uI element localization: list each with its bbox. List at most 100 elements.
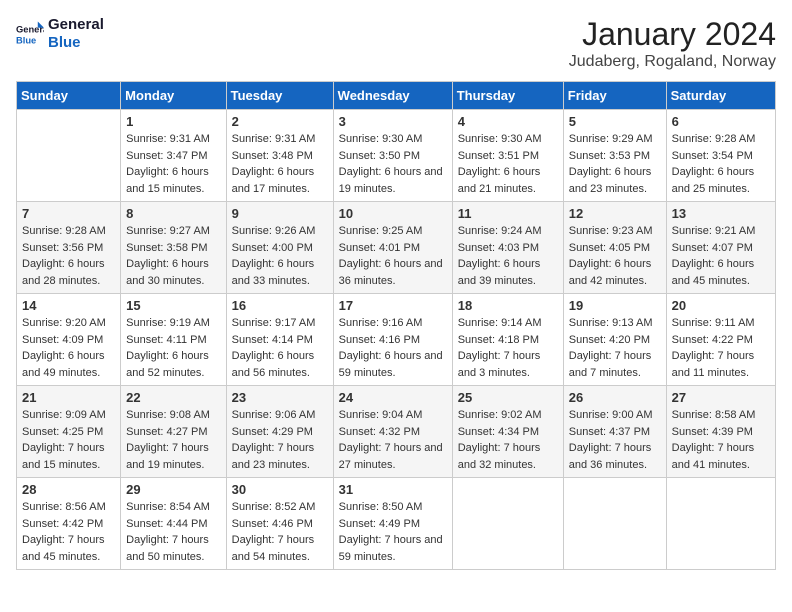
day-cell: 29 Sunrise: 8:54 AM Sunset: 4:44 PM Dayl… <box>121 478 226 570</box>
daylight-text: Daylight: 6 hours and 42 minutes. <box>569 256 661 289</box>
header-friday: Friday <box>563 82 666 110</box>
sunrise-text: Sunrise: 9:30 AM <box>458 131 558 148</box>
day-info: Sunrise: 9:13 AM Sunset: 4:20 PM Dayligh… <box>569 315 661 381</box>
sunset-text: Sunset: 4:27 PM <box>126 424 220 441</box>
daylight-text: Daylight: 6 hours and 21 minutes. <box>458 164 558 197</box>
day-info: Sunrise: 8:54 AM Sunset: 4:44 PM Dayligh… <box>126 499 220 565</box>
sunset-text: Sunset: 4:39 PM <box>672 424 770 441</box>
daylight-text: Daylight: 6 hours and 45 minutes. <box>672 256 770 289</box>
header-monday: Monday <box>121 82 226 110</box>
sunset-text: Sunset: 4:22 PM <box>672 332 770 349</box>
day-cell <box>563 478 666 570</box>
day-number: 17 <box>339 298 447 313</box>
sunset-text: Sunset: 4:49 PM <box>339 516 447 533</box>
day-info: Sunrise: 9:20 AM Sunset: 4:09 PM Dayligh… <box>22 315 115 381</box>
sunrise-text: Sunrise: 9:24 AM <box>458 223 558 240</box>
day-number: 7 <box>22 206 115 221</box>
daylight-text: Daylight: 6 hours and 59 minutes. <box>339 348 447 381</box>
sunrise-text: Sunrise: 9:04 AM <box>339 407 447 424</box>
daylight-text: Daylight: 6 hours and 17 minutes. <box>232 164 328 197</box>
day-cell: 26 Sunrise: 9:00 AM Sunset: 4:37 PM Dayl… <box>563 386 666 478</box>
day-number: 31 <box>339 482 447 497</box>
day-cell: 5 Sunrise: 9:29 AM Sunset: 3:53 PM Dayli… <box>563 110 666 202</box>
sunrise-text: Sunrise: 8:50 AM <box>339 499 447 516</box>
day-number: 1 <box>126 114 220 129</box>
day-info: Sunrise: 9:08 AM Sunset: 4:27 PM Dayligh… <box>126 407 220 473</box>
header-sunday: Sunday <box>17 82 121 110</box>
day-cell: 17 Sunrise: 9:16 AM Sunset: 4:16 PM Dayl… <box>333 294 452 386</box>
daylight-text: Daylight: 6 hours and 28 minutes. <box>22 256 115 289</box>
sunrise-text: Sunrise: 9:20 AM <box>22 315 115 332</box>
day-cell: 20 Sunrise: 9:11 AM Sunset: 4:22 PM Dayl… <box>666 294 775 386</box>
sunset-text: Sunset: 4:46 PM <box>232 516 328 533</box>
day-info: Sunrise: 9:25 AM Sunset: 4:01 PM Dayligh… <box>339 223 447 289</box>
day-info: Sunrise: 9:29 AM Sunset: 3:53 PM Dayligh… <box>569 131 661 197</box>
week-row-1: 1 Sunrise: 9:31 AM Sunset: 3:47 PM Dayli… <box>17 110 776 202</box>
daylight-text: Daylight: 7 hours and 15 minutes. <box>22 440 115 473</box>
day-number: 5 <box>569 114 661 129</box>
logo: General Blue General Blue <box>16 16 104 52</box>
day-cell: 6 Sunrise: 9:28 AM Sunset: 3:54 PM Dayli… <box>666 110 775 202</box>
daylight-text: Daylight: 7 hours and 54 minutes. <box>232 532 328 565</box>
daylight-text: Daylight: 7 hours and 23 minutes. <box>232 440 328 473</box>
week-row-3: 14 Sunrise: 9:20 AM Sunset: 4:09 PM Dayl… <box>17 294 776 386</box>
sunrise-text: Sunrise: 9:09 AM <box>22 407 115 424</box>
day-info: Sunrise: 8:56 AM Sunset: 4:42 PM Dayligh… <box>22 499 115 565</box>
day-info: Sunrise: 9:24 AM Sunset: 4:03 PM Dayligh… <box>458 223 558 289</box>
day-cell: 28 Sunrise: 8:56 AM Sunset: 4:42 PM Dayl… <box>17 478 121 570</box>
day-number: 9 <box>232 206 328 221</box>
sunrise-text: Sunrise: 9:30 AM <box>339 131 447 148</box>
day-number: 2 <box>232 114 328 129</box>
day-number: 24 <box>339 390 447 405</box>
day-cell: 25 Sunrise: 9:02 AM Sunset: 4:34 PM Dayl… <box>452 386 563 478</box>
day-info: Sunrise: 9:28 AM Sunset: 3:56 PM Dayligh… <box>22 223 115 289</box>
header-wednesday: Wednesday <box>333 82 452 110</box>
sunset-text: Sunset: 4:34 PM <box>458 424 558 441</box>
day-cell: 13 Sunrise: 9:21 AM Sunset: 4:07 PM Dayl… <box>666 202 775 294</box>
sunrise-text: Sunrise: 8:54 AM <box>126 499 220 516</box>
sunset-text: Sunset: 4:09 PM <box>22 332 115 349</box>
daylight-text: Daylight: 7 hours and 41 minutes. <box>672 440 770 473</box>
sunset-text: Sunset: 3:53 PM <box>569 148 661 165</box>
sunset-text: Sunset: 3:58 PM <box>126 240 220 257</box>
sunset-text: Sunset: 4:29 PM <box>232 424 328 441</box>
day-cell <box>452 478 563 570</box>
sunset-text: Sunset: 3:54 PM <box>672 148 770 165</box>
day-cell: 30 Sunrise: 8:52 AM Sunset: 4:46 PM Dayl… <box>226 478 333 570</box>
daylight-text: Daylight: 7 hours and 27 minutes. <box>339 440 447 473</box>
sunset-text: Sunset: 4:32 PM <box>339 424 447 441</box>
day-cell: 24 Sunrise: 9:04 AM Sunset: 4:32 PM Dayl… <box>333 386 452 478</box>
sunrise-text: Sunrise: 8:58 AM <box>672 407 770 424</box>
week-row-5: 28 Sunrise: 8:56 AM Sunset: 4:42 PM Dayl… <box>17 478 776 570</box>
day-number: 4 <box>458 114 558 129</box>
svg-text:Blue: Blue <box>16 35 36 45</box>
day-info: Sunrise: 9:14 AM Sunset: 4:18 PM Dayligh… <box>458 315 558 381</box>
day-number: 8 <box>126 206 220 221</box>
daylight-text: Daylight: 6 hours and 25 minutes. <box>672 164 770 197</box>
daylight-text: Daylight: 7 hours and 50 minutes. <box>126 532 220 565</box>
week-row-4: 21 Sunrise: 9:09 AM Sunset: 4:25 PM Dayl… <box>17 386 776 478</box>
day-cell: 16 Sunrise: 9:17 AM Sunset: 4:14 PM Dayl… <box>226 294 333 386</box>
day-info: Sunrise: 9:17 AM Sunset: 4:14 PM Dayligh… <box>232 315 328 381</box>
day-cell: 15 Sunrise: 9:19 AM Sunset: 4:11 PM Dayl… <box>121 294 226 386</box>
sunrise-text: Sunrise: 9:19 AM <box>126 315 220 332</box>
week-row-2: 7 Sunrise: 9:28 AM Sunset: 3:56 PM Dayli… <box>17 202 776 294</box>
day-cell: 31 Sunrise: 8:50 AM Sunset: 4:49 PM Dayl… <box>333 478 452 570</box>
sunrise-text: Sunrise: 9:21 AM <box>672 223 770 240</box>
header-tuesday: Tuesday <box>226 82 333 110</box>
calendar-table: SundayMondayTuesdayWednesdayThursdayFrid… <box>16 81 776 570</box>
sunrise-text: Sunrise: 9:00 AM <box>569 407 661 424</box>
daylight-text: Daylight: 7 hours and 59 minutes. <box>339 532 447 565</box>
sunrise-text: Sunrise: 9:23 AM <box>569 223 661 240</box>
month-title: January 2024 <box>569 16 776 53</box>
day-cell: 18 Sunrise: 9:14 AM Sunset: 4:18 PM Dayl… <box>452 294 563 386</box>
day-number: 12 <box>569 206 661 221</box>
logo-icon: General Blue <box>16 20 44 48</box>
day-number: 26 <box>569 390 661 405</box>
sunrise-text: Sunrise: 9:27 AM <box>126 223 220 240</box>
day-info: Sunrise: 9:11 AM Sunset: 4:22 PM Dayligh… <box>672 315 770 381</box>
day-info: Sunrise: 9:27 AM Sunset: 3:58 PM Dayligh… <box>126 223 220 289</box>
day-cell: 7 Sunrise: 9:28 AM Sunset: 3:56 PM Dayli… <box>17 202 121 294</box>
day-number: 6 <box>672 114 770 129</box>
sunrise-text: Sunrise: 9:11 AM <box>672 315 770 332</box>
